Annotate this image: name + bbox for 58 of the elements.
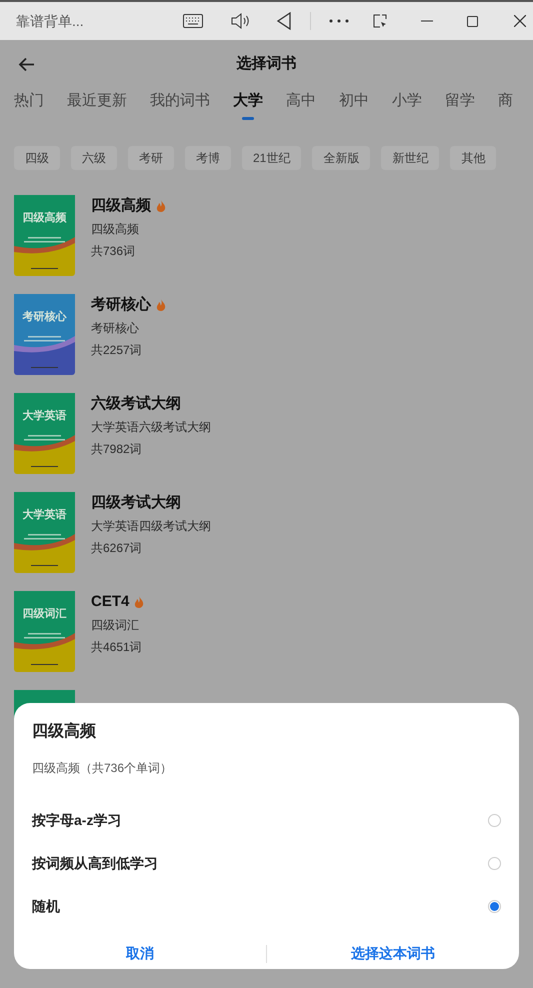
window-snap-icon[interactable] bbox=[373, 14, 387, 28]
radio-button[interactable] bbox=[488, 900, 501, 913]
filter-chip[interactable]: 考博 bbox=[185, 146, 231, 170]
book-title[interactable]: CET4 bbox=[91, 590, 130, 614]
word-count: 共4651词 bbox=[91, 639, 143, 656]
cover-title: 四级词汇 bbox=[22, 606, 68, 622]
filter-chip[interactable]: 四级 bbox=[14, 146, 60, 170]
dialog-title: 四级高频 bbox=[32, 721, 97, 742]
radio-button[interactable] bbox=[488, 814, 501, 827]
book-title[interactable]: 四级高频 bbox=[91, 194, 151, 218]
word-count: 共7982词 bbox=[91, 441, 143, 458]
category-tab[interactable]: 小学 bbox=[392, 88, 422, 122]
category-tab[interactable]: 商 bbox=[498, 88, 513, 122]
back-triangle-icon[interactable] bbox=[276, 12, 292, 30]
more-icon[interactable] bbox=[329, 19, 349, 23]
category-tab[interactable]: 初中 bbox=[339, 88, 369, 122]
book-title[interactable]: 四级考试大纲 bbox=[91, 492, 181, 514]
speaker-icon[interactable] bbox=[230, 12, 250, 30]
close-icon[interactable] bbox=[514, 15, 526, 27]
category-tab[interactable]: 最近更新 bbox=[67, 88, 127, 122]
filter-chip[interactable]: 考研 bbox=[128, 146, 174, 170]
cover-title: 大学英语 bbox=[22, 508, 68, 523]
book-description: 大学英语四级考试大纲 bbox=[91, 518, 211, 535]
filter-chip[interactable]: 其他 bbox=[450, 146, 496, 170]
option-label: 随机 bbox=[32, 897, 60, 916]
word-count: 共736词 bbox=[91, 243, 136, 260]
category-tab[interactable]: 热门 bbox=[14, 88, 44, 122]
page-title: 选择词书 bbox=[236, 54, 298, 74]
category-tab[interactable]: 高中 bbox=[286, 88, 316, 122]
book-description: 四级词汇 bbox=[91, 617, 140, 634]
cancel-button[interactable]: 取消 bbox=[14, 939, 266, 968]
filter-chip[interactable]: 全新版 bbox=[312, 146, 370, 170]
window-title: 靠谱背单... bbox=[16, 12, 85, 30]
word-count: 共2257词 bbox=[91, 342, 143, 359]
back-arrow-icon[interactable] bbox=[18, 56, 35, 72]
book-description: 四级高频 bbox=[91, 221, 140, 238]
cover-title: 大学英语 bbox=[22, 408, 68, 424]
cover-title: 考研核心 bbox=[22, 310, 68, 325]
book-title[interactable]: 考研核心 bbox=[91, 294, 151, 316]
category-tab[interactable]: 留学 bbox=[445, 88, 475, 122]
filter-chip[interactable]: 新世纪 bbox=[381, 146, 440, 170]
filter-chip[interactable]: 六级 bbox=[71, 146, 117, 170]
option-label: 按字母a-z学习 bbox=[32, 811, 122, 830]
keyboard-icon[interactable] bbox=[183, 14, 203, 28]
maximize-icon[interactable] bbox=[467, 16, 478, 26]
confirm-button[interactable]: 选择这本词书 bbox=[267, 939, 519, 968]
option-label: 按词频从高到低学习 bbox=[32, 854, 158, 873]
minimize-icon[interactable] bbox=[421, 20, 433, 22]
book-description: 考研核心 bbox=[91, 320, 140, 337]
book-title[interactable]: 六级考试大纲 bbox=[91, 392, 181, 416]
category-tab[interactable]: 我的词书 bbox=[150, 88, 210, 122]
radio-button[interactable] bbox=[488, 857, 501, 870]
filter-chip[interactable]: 21世纪 bbox=[242, 146, 302, 170]
category-tab[interactable]: 大学 bbox=[233, 88, 263, 122]
dialog-subtitle: 四级高频（共736个单词） bbox=[32, 760, 174, 777]
word-count: 共6267词 bbox=[91, 540, 143, 557]
book-description: 大学英语六级考试大纲 bbox=[91, 419, 211, 436]
cover-title: 四级高频 bbox=[22, 210, 68, 226]
